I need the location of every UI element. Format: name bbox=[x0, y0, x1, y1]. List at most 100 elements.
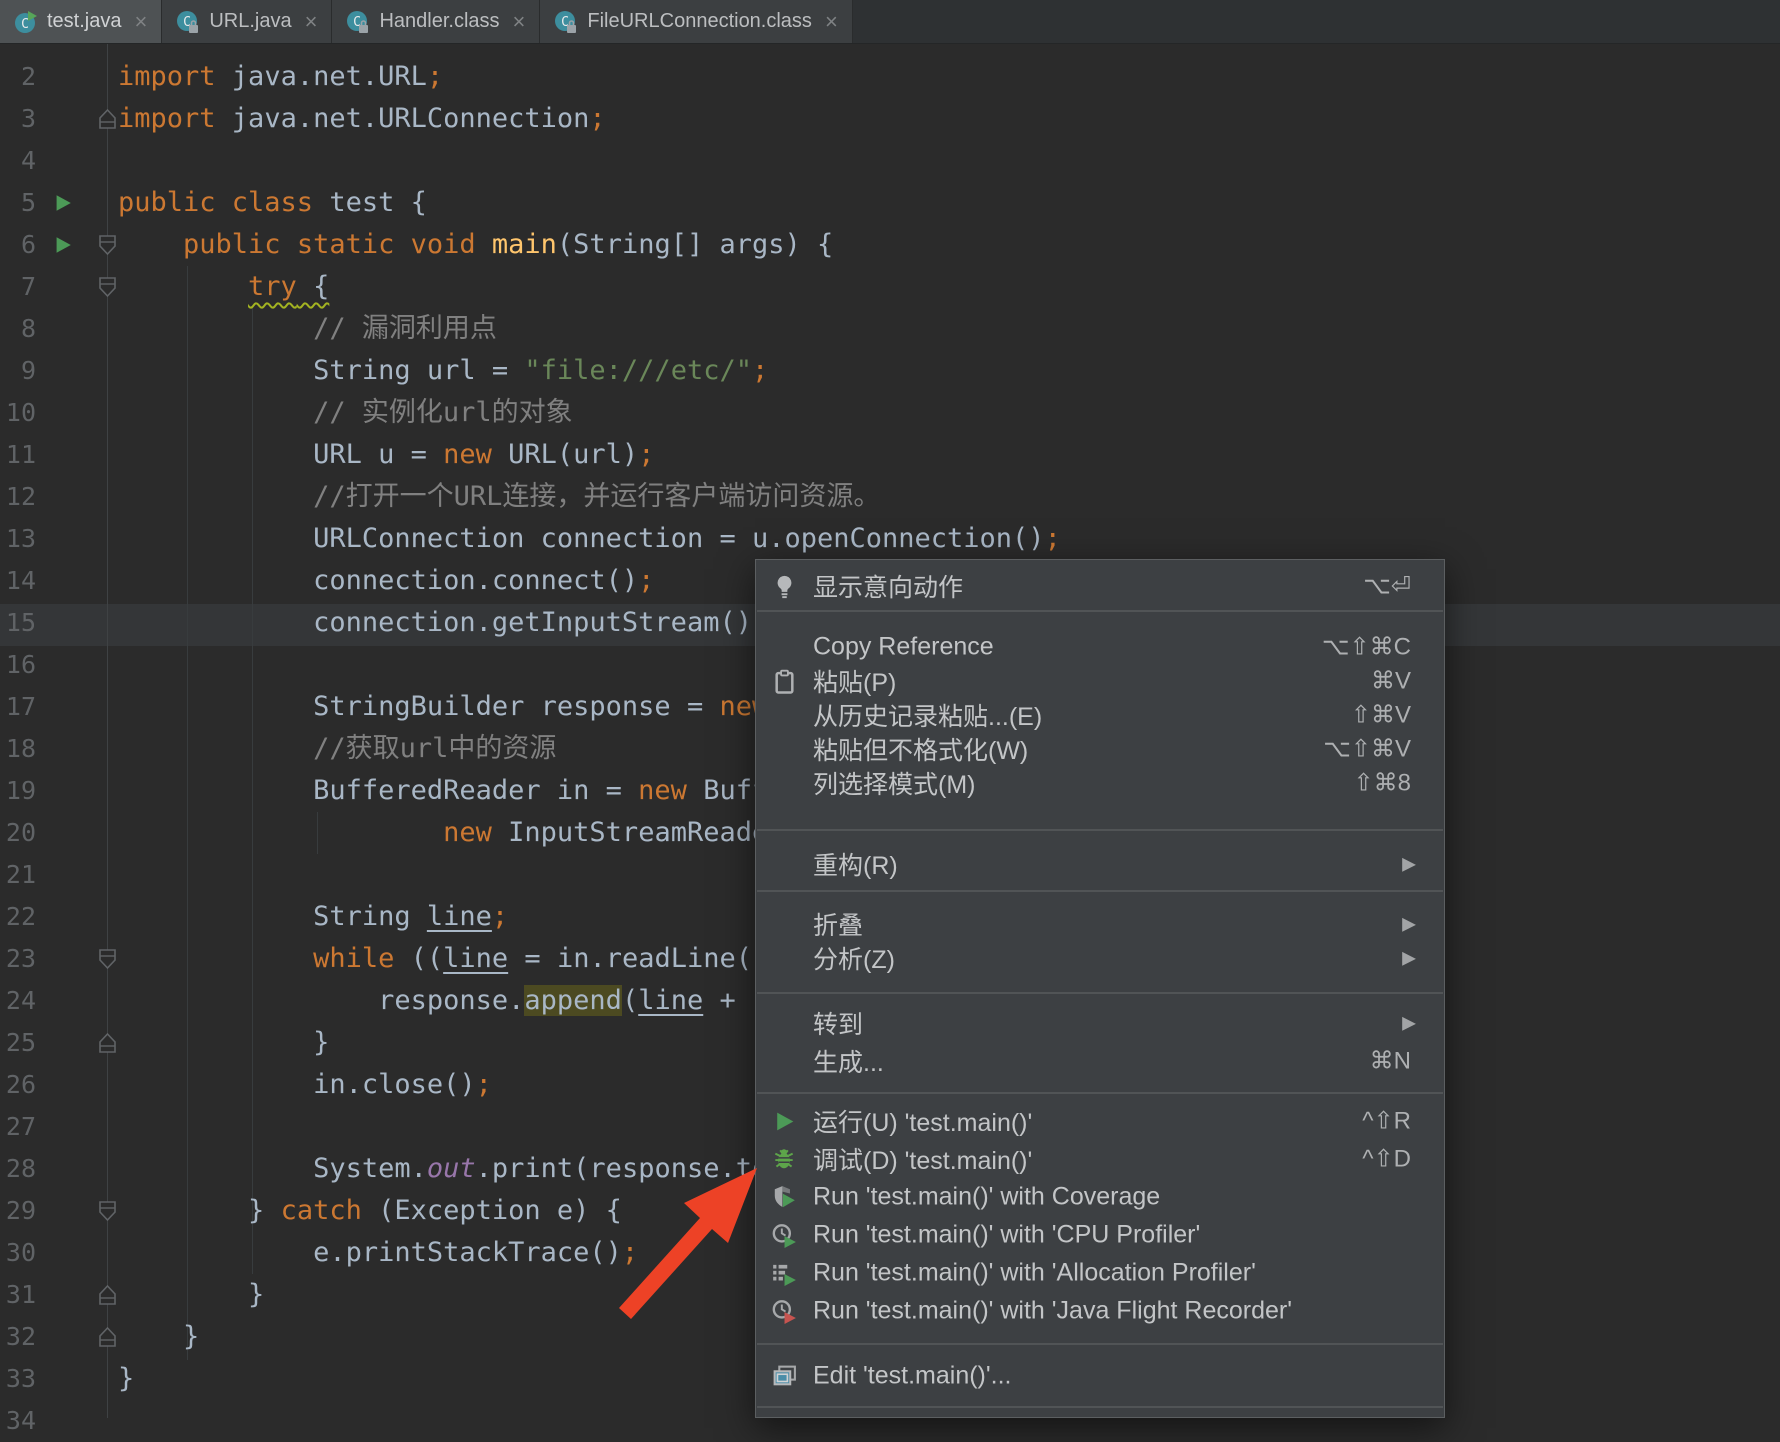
clipboard-icon bbox=[768, 665, 800, 697]
code-text: import java.net.URL; bbox=[118, 61, 444, 92]
code-text: } bbox=[118, 1279, 265, 1310]
menu-item-run[interactable]: 运行(U) 'test.main()' ^⇧R bbox=[756, 1102, 1444, 1140]
line-number: 23 bbox=[5, 944, 36, 973]
menu-item-label: 运行(U) 'test.main()' bbox=[813, 1109, 1033, 1137]
code-text: public static void main(String[] args) { bbox=[183, 229, 834, 260]
fold-down-icon[interactable] bbox=[97, 1199, 118, 1223]
code-text: connection.connect(); bbox=[118, 565, 655, 596]
code-line-2[interactable]: 2 import java.net.URL; bbox=[0, 56, 1780, 98]
class-run-icon: C bbox=[14, 10, 38, 34]
tab-fileurlconnection-class[interactable]: C FileURLConnection.class × bbox=[540, 0, 853, 43]
tab-url-java[interactable]: C URL.java × bbox=[162, 0, 333, 43]
tab-handler-class[interactable]: C Handler.class × bbox=[332, 0, 541, 43]
line-number: 5 bbox=[20, 188, 36, 217]
code-text: //打开一个URL连接，并运行客户端访问资源。 bbox=[313, 481, 881, 512]
menu-item-paste[interactable]: 粘贴(P) ⌘V bbox=[756, 664, 1444, 698]
menu-item-run-jfr[interactable]: Run 'test.main()' with 'Java Flight Reco… bbox=[756, 1292, 1444, 1330]
code-text: response.append(line + " bbox=[118, 985, 768, 1016]
code-text: System.out.print(response.to bbox=[118, 1153, 769, 1184]
menu-item-run-alloc[interactable]: Run 'test.main()' with 'Allocation Profi… bbox=[756, 1254, 1444, 1292]
code-line-4[interactable]: 4 bbox=[0, 140, 1780, 182]
code-text: in.close(); bbox=[118, 1069, 492, 1100]
code-text: e.printStackTrace(); bbox=[118, 1237, 639, 1268]
menu-item-shortcut: ⌥⇧⌘C bbox=[1321, 633, 1411, 661]
line-number: 34 bbox=[5, 1406, 36, 1435]
code-line-10[interactable]: 10 // 实例化url的对象 bbox=[0, 392, 1780, 434]
menu-separator bbox=[757, 890, 1443, 892]
tab-close-icon[interactable]: × bbox=[513, 10, 526, 33]
code-line-9[interactable]: 9 String url = "file:///etc/"; bbox=[0, 350, 1780, 392]
code-line-5[interactable]: 5 public class test { bbox=[0, 182, 1780, 224]
cpu-profiler-icon bbox=[768, 1219, 800, 1251]
class-lock-icon: C bbox=[346, 10, 370, 34]
code-line-8[interactable]: 8 // 漏洞利用点 bbox=[0, 308, 1780, 350]
menu-item-intention[interactable]: 显示意向动作 ⌥⏎ bbox=[756, 562, 1444, 610]
menu-item-edit-config[interactable]: Edit 'test.main()'... bbox=[756, 1359, 1444, 1393]
submenu-arrow-icon: ▶ bbox=[1402, 853, 1416, 874]
code-text: public class test { bbox=[118, 187, 427, 218]
menu-item-generate[interactable]: 生成... ⌘N bbox=[756, 1044, 1444, 1078]
run-gutter-icon[interactable] bbox=[52, 192, 74, 214]
tab-close-icon[interactable]: × bbox=[134, 10, 147, 33]
menu-separator bbox=[757, 1343, 1443, 1345]
fold-up-icon[interactable] bbox=[97, 1325, 118, 1349]
menu-item-shortcut: ^⇧R bbox=[1362, 1107, 1411, 1135]
code-text: while ((line = in.readLine() bbox=[313, 943, 769, 974]
code-line-12[interactable]: 12 //打开一个URL连接，并运行客户端访问资源。 bbox=[0, 476, 1780, 518]
menu-item-paste-simple[interactable]: 粘贴但不格式化(W) ⌥⇧⌘V bbox=[756, 732, 1444, 766]
code-line-7[interactable]: 7 try { bbox=[0, 266, 1780, 308]
code-text: String url = "file:///etc/"; bbox=[118, 355, 769, 386]
menu-item-shortcut: ⌘V bbox=[1370, 667, 1411, 695]
menu-item-run-coverage[interactable]: Run 'test.main()' with Coverage bbox=[756, 1178, 1444, 1216]
menu-item-fold[interactable]: 折叠 ▶ bbox=[756, 907, 1444, 941]
code-line-13[interactable]: 13 URLConnection connection = u.openConn… bbox=[0, 518, 1780, 560]
tab-close-icon[interactable]: × bbox=[305, 10, 318, 33]
submenu-arrow-icon: ▶ bbox=[1402, 947, 1416, 968]
submenu-arrow-icon: ▶ bbox=[1402, 1012, 1416, 1033]
menu-item-debug[interactable]: 调试(D) 'test.main()' ^⇧D bbox=[756, 1140, 1444, 1178]
line-number: 24 bbox=[5, 986, 36, 1015]
coverage-icon bbox=[768, 1181, 800, 1213]
edit-run-config-icon bbox=[768, 1360, 800, 1392]
fold-down-icon[interactable] bbox=[97, 947, 118, 971]
submenu-arrow-icon: ▶ bbox=[1402, 913, 1416, 934]
fold-up-icon[interactable] bbox=[97, 1031, 118, 1055]
code-line-6[interactable]: 6 public static void main(String[] args)… bbox=[0, 224, 1780, 266]
line-number: 20 bbox=[5, 818, 36, 847]
allocation-profiler-icon bbox=[768, 1257, 800, 1289]
run-gutter-icon[interactable] bbox=[52, 234, 74, 256]
menu-item-paste-history[interactable]: 从历史记录粘贴...(E) ⇧⌘V bbox=[756, 698, 1444, 732]
menu-item-label: 调试(D) 'test.main()' bbox=[813, 1147, 1033, 1175]
tab-close-icon[interactable]: × bbox=[825, 10, 838, 33]
menu-item-analyze[interactable]: 分析(Z) ▶ bbox=[756, 941, 1444, 975]
line-number: 16 bbox=[5, 650, 36, 679]
menu-separator bbox=[757, 992, 1443, 994]
line-number: 13 bbox=[5, 524, 36, 553]
menu-separator bbox=[757, 829, 1443, 831]
menu-item-shortcut: ⇧⌘8 bbox=[1353, 769, 1411, 797]
tab-test-java[interactable]: Ctest.java × bbox=[0, 0, 163, 43]
line-number: 25 bbox=[5, 1028, 36, 1057]
code-line-11[interactable]: 11 URL u = new URL(url); bbox=[0, 434, 1780, 476]
fold-down-icon[interactable] bbox=[97, 233, 118, 257]
line-number: 3 bbox=[20, 104, 36, 133]
menu-item-copy-reference[interactable]: Copy Reference ⌥⇧⌘C bbox=[756, 630, 1444, 664]
menu-item-column-mode[interactable]: 列选择模式(M) ⇧⌘8 bbox=[756, 766, 1444, 800]
lightbulb-icon bbox=[768, 570, 800, 602]
menu-item-refactor[interactable]: 重构(R) ▶ bbox=[756, 847, 1444, 881]
line-number: 19 bbox=[5, 776, 36, 805]
menu-item-goto[interactable]: 转到 ▶ bbox=[756, 1006, 1444, 1040]
menu-item-run-cpu[interactable]: Run 'test.main()' with 'CPU Profiler' bbox=[756, 1216, 1444, 1254]
line-number: 22 bbox=[5, 902, 36, 931]
menu-item-label: 从历史记录粘贴...(E) bbox=[813, 703, 1043, 731]
line-number: 12 bbox=[5, 482, 36, 511]
code-line-3[interactable]: 3 import java.net.URLConnection; bbox=[0, 98, 1780, 140]
fold-up-icon[interactable] bbox=[97, 107, 118, 131]
code-text: URLConnection connection = u.openConnect… bbox=[118, 523, 1061, 554]
tab-label: test.java bbox=[47, 10, 122, 32]
code-text: } bbox=[118, 1027, 330, 1058]
fold-up-icon[interactable] bbox=[97, 1283, 118, 1307]
tab-label: FileURLConnection.class bbox=[587, 10, 812, 32]
fold-down-icon[interactable] bbox=[97, 275, 118, 299]
code-text: } catch (Exception e) { bbox=[118, 1195, 622, 1226]
